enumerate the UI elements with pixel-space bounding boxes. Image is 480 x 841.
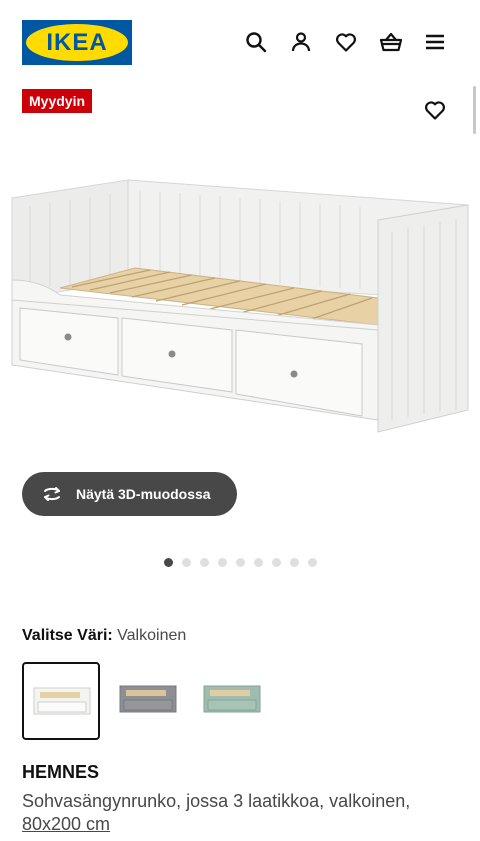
bestseller-badge: Myydyin [22,89,93,113]
rotate-3d-icon [40,482,64,506]
product-name: HEMNES [22,762,100,782]
gallery-pagination [164,558,317,567]
gallery-dot[interactable] [164,558,173,567]
view-3d-label: Näytä 3D-muodossa [76,486,211,502]
user-icon[interactable] [288,29,314,55]
gallery-dot[interactable] [272,558,281,567]
product-description: Sohvasängynrunko, jossa 3 laatikkoa, val… [22,791,411,811]
basket-icon[interactable] [378,29,404,55]
gallery-dot[interactable] [308,558,317,567]
color-selector-label: Valitse Väri: Valkoinen [22,627,186,645]
gallery-dot[interactable] [236,558,245,567]
gallery-dot[interactable] [218,558,227,567]
color-label-key: Valitse Väri: [22,627,113,644]
ikea-logo[interactable]: IKEA [22,20,132,65]
gallery-dot[interactable] [254,558,263,567]
color-swatches [22,662,462,742]
product-image[interactable] [0,170,480,450]
color-swatch-green[interactable] [194,662,272,740]
page-scrollbar[interactable] [473,86,476,134]
site-header: IKEA [0,0,480,84]
menu-icon[interactable] [422,29,448,55]
gallery-dot[interactable] [182,558,191,567]
search-icon[interactable] [243,29,269,55]
logo-text: IKEA [46,29,108,56]
color-label-value: Valkoinen [117,627,187,644]
gallery-dot[interactable] [200,558,209,567]
product-size-link[interactable]: 80x200 cm [22,814,110,835]
gallery-dot[interactable] [290,558,299,567]
view-3d-button[interactable]: Näytä 3D-muodossa [22,472,237,516]
heart-icon[interactable] [333,29,359,55]
favorite-heart-icon[interactable] [423,98,447,122]
color-swatch-grey[interactable] [110,662,188,740]
color-swatch-white[interactable] [22,662,100,740]
